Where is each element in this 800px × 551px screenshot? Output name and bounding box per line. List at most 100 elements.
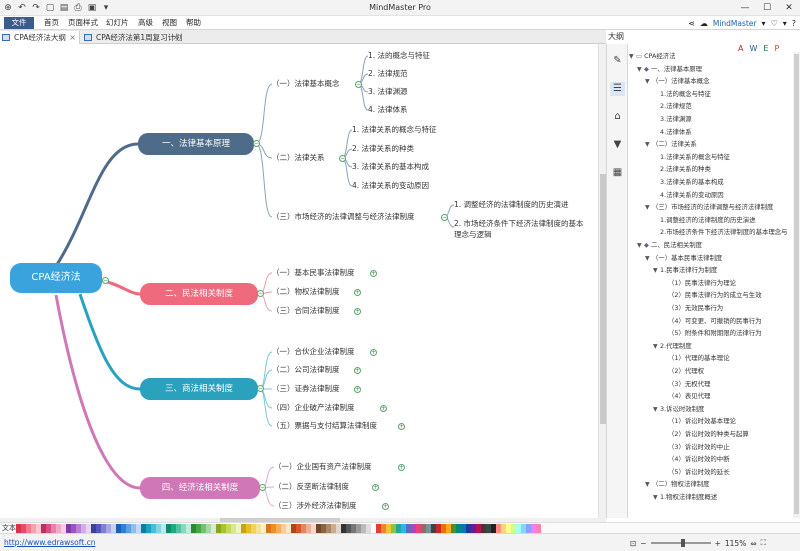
expand-toggle-icon[interactable]: + [354, 289, 361, 296]
menu-slides[interactable]: 幻灯片 [106, 17, 129, 29]
mindmap-canvas[interactable]: CPA经济法 − 一、法律基本原理 − 二、民法相关制度 − 三、商法相关制度 … [0, 44, 598, 518]
account-menu[interactable]: MindMaster [713, 19, 757, 28]
collapse-caret-icon[interactable]: ▼ [645, 254, 652, 263]
outline-row[interactable]: ▼ 3.诉讼时效制度 [653, 405, 704, 414]
close-tab-icon[interactable]: × [69, 31, 76, 44]
outline-row[interactable]: （2）民事法律行为的成立与生效 [661, 291, 762, 300]
collapse-toggle-icon[interactable]: − [339, 155, 346, 162]
leaf-topic[interactable]: 4. 法律体系 [368, 104, 408, 115]
outline-row[interactable]: ▼ ▭ CPA经济法 [629, 52, 676, 61]
outline-row[interactable]: ▼ （三）市场经济的法律调整与经济法律制度 [645, 203, 773, 212]
subtopic[interactable]: （一）合伙企业法律制度 [272, 346, 355, 357]
customize-icon[interactable]: ▾ [100, 2, 112, 14]
expand-toggle-icon[interactable]: + [398, 423, 405, 430]
outline-row[interactable]: 3.法律关系的基本构成 [653, 178, 724, 187]
menu-page-style[interactable]: 页面样式 [68, 17, 98, 29]
tab-study-plan[interactable]: CPA经济法第1周复习计划 × [82, 31, 183, 44]
outline-row[interactable]: （4）表见代理 [661, 392, 710, 401]
leaf-topic[interactable]: 1. 法的概念与特征 [368, 50, 430, 61]
task-icon[interactable]: ▼ [610, 138, 625, 152]
collapse-toggle-icon[interactable]: − [355, 81, 362, 88]
collapse-caret-icon[interactable]: ▼ [637, 241, 644, 250]
subtopic[interactable]: （一）基本民事法律制度 [272, 267, 355, 278]
zoom-slider-knob[interactable] [681, 539, 686, 547]
outline-row[interactable]: 1.调整经济的法律制度的历史演进 [653, 216, 756, 225]
maximize-button[interactable]: ☐ [756, 0, 778, 16]
outline-panel[interactable]: ▼ ▭ CPA经济法 ▼ ◆ 一、法律基本原理 ▼ （一）法律基本概念 1.法的概念与特征 2… [629, 52, 793, 518]
outline-row[interactable]: （1）代理的基本理论 [661, 354, 730, 363]
zoom-in-button[interactable]: + [715, 539, 721, 548]
zoom-slider[interactable] [650, 539, 711, 547]
collapse-caret-icon[interactable]: ▼ [645, 203, 652, 212]
gallery-icon[interactable]: ⌂ [610, 110, 625, 124]
collapse-caret-icon[interactable]: ▼ [653, 342, 660, 351]
branch-economic-law[interactable]: 四、经济法相关制度 [140, 477, 260, 499]
outline-row[interactable]: 4.法律体系 [653, 128, 692, 137]
expand-toggle-icon[interactable]: + [380, 405, 387, 412]
collapse-caret-icon[interactable]: ▼ [645, 480, 652, 489]
zoom-out-button[interactable]: − [640, 539, 646, 548]
outline-row[interactable]: ▼ （二）法律关系 [645, 140, 697, 149]
outline-row[interactable]: 2.法律关系的种类 [653, 165, 711, 174]
subtopic[interactable]: （四）企业破产法律制度 [272, 402, 355, 413]
format-brush-icon[interactable]: ✎ [610, 54, 625, 68]
collapse-caret-icon[interactable]: ▼ [629, 52, 636, 61]
outline-row[interactable]: （1）民事法律行为理论 [661, 279, 736, 288]
collapse-toggle-icon[interactable]: − [441, 214, 448, 221]
outline-row[interactable]: 1.法的概念与特征 [653, 90, 711, 99]
new-file-icon[interactable]: ▢ [44, 2, 56, 14]
collapse-caret-icon[interactable]: ▼ [637, 65, 644, 74]
expand-toggle-icon[interactable]: + [372, 484, 379, 491]
subtopic[interactable]: （三）证券法律制度 [272, 383, 340, 394]
close-window-button[interactable]: ✕ [778, 0, 800, 16]
collapse-toggle-icon[interactable]: − [257, 385, 264, 392]
outline-row[interactable]: （4）可变更、可撤销的民事行为 [661, 317, 762, 326]
outline-row[interactable]: （1）诉讼时效基本理论 [661, 417, 736, 426]
minimize-button[interactable]: — [734, 0, 756, 16]
expand-toggle-icon[interactable]: + [382, 503, 389, 510]
outline-row[interactable]: ▼ 2.代理制度 [653, 342, 692, 351]
outline-row[interactable]: （5）附条件和附期限的法律行为 [661, 329, 762, 338]
leaf-topic[interactable]: 1. 调整经济的法律制度的历史演进 [454, 199, 569, 210]
subtopic[interactable]: （三）涉外经济法律制度 [274, 500, 357, 511]
subtopic[interactable]: （二）物权法律制度 [272, 286, 340, 297]
subtopic[interactable]: （三）市场经济的法律调整与经济法律制度 [272, 211, 415, 222]
outline-row[interactable]: ▼ ◆ 一、法律基本原理 [637, 65, 702, 74]
outline-list-icon[interactable]: ☰ [610, 82, 625, 96]
share-icon[interactable]: ⋖ [688, 19, 695, 28]
outline-row[interactable]: ▼ （二）物权法律制度 [645, 480, 710, 489]
subtopic[interactable]: （五）票据与支付结算法律制度 [272, 420, 377, 431]
expand-toggle-icon[interactable]: + [398, 464, 405, 471]
collapse-caret-icon[interactable]: ▼ [645, 77, 652, 86]
outline-row[interactable]: 3.法律渊源 [653, 115, 692, 124]
outline-row[interactable]: ▼ （一）法律基本概念 [645, 77, 710, 86]
collapse-caret-icon[interactable]: ▼ [653, 266, 660, 275]
menu-help[interactable]: 帮助 [186, 17, 201, 29]
menu-advanced[interactable]: 高级 [138, 17, 153, 29]
leaf-topic[interactable]: 3. 法律渊源 [368, 86, 408, 97]
expand-toggle-icon[interactable]: + [370, 270, 377, 277]
menu-file[interactable]: 文件 [4, 17, 34, 29]
expand-toggle-icon[interactable]: + [354, 386, 361, 393]
outline-row[interactable]: ▼ 1.民事法律行为制度 [653, 266, 717, 275]
collapse-toggle-icon[interactable]: − [257, 290, 264, 297]
outline-row[interactable]: ▼ ◆ 二、民法相关制度 [637, 241, 702, 250]
leaf-topic[interactable]: 2. 市场经济条件下经济法律制度的基本理念与逻辑 [454, 218, 590, 240]
theme-icon[interactable]: ♡ [771, 19, 778, 28]
outline-row[interactable]: 4.法律关系的变动原因 [653, 191, 724, 200]
settings-icon[interactable]: ▾ [783, 19, 787, 28]
menu-view[interactable]: 视图 [162, 17, 177, 29]
undo-icon[interactable]: ↶ [16, 2, 28, 14]
open-file-icon[interactable]: ▤ [58, 2, 70, 14]
redo-icon[interactable]: ↷ [30, 2, 42, 14]
subtopic[interactable]: （二）公司法律制度 [272, 364, 340, 375]
close-tab-icon[interactable]: × [172, 31, 179, 44]
outline-row[interactable]: （3）诉讼时效的中止 [661, 443, 730, 452]
outline-row[interactable]: 1.法律关系的概念与特征 [653, 153, 730, 162]
expand-toggle-icon[interactable]: + [354, 367, 361, 374]
outline-row[interactable]: （3）无效民事行为 [661, 304, 723, 313]
fit-page-icon[interactable]: ⊡ [630, 539, 636, 548]
leaf-topic[interactable]: 2. 法律规范 [368, 68, 408, 79]
outline-row[interactable]: （3）无权代理 [661, 380, 710, 389]
subtopic[interactable]: （二）法律关系 [272, 152, 325, 163]
